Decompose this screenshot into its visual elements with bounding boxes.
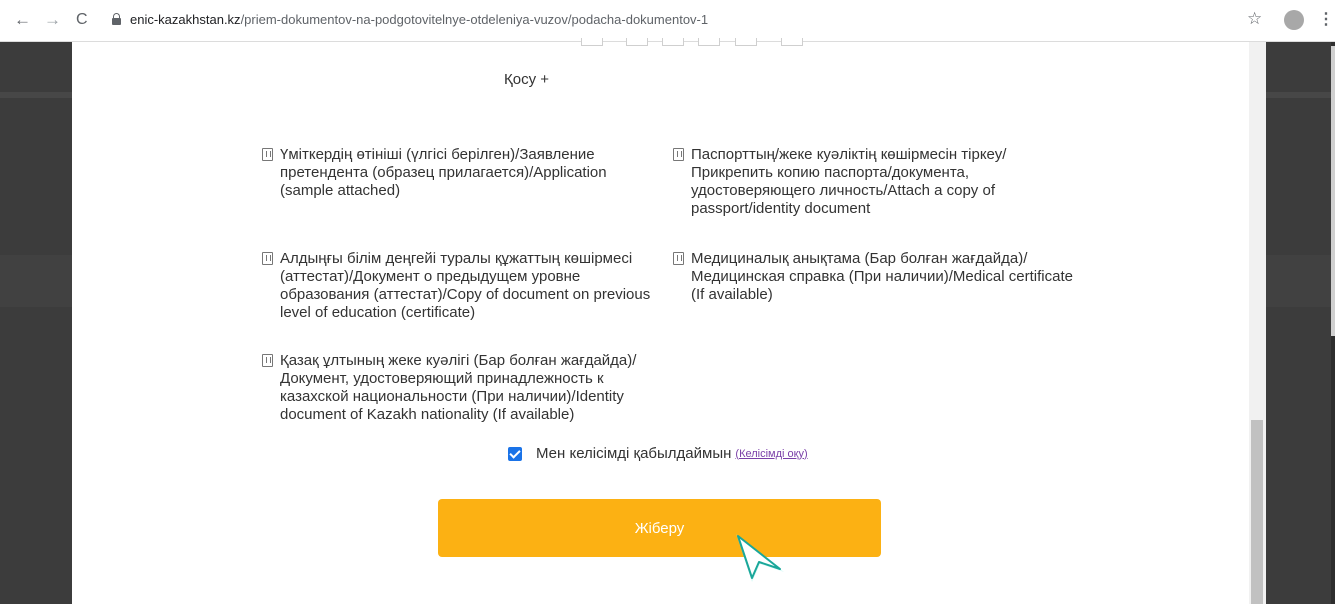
document-upload-item[interactable]: Медициналық анықтама (Бар болған жағдайд… <box>673 250 1073 304</box>
file-upload-icon[interactable] <box>262 148 273 161</box>
bookmark-star-icon[interactable]: ☆ <box>1247 9 1262 29</box>
partial-field <box>698 38 720 46</box>
file-upload-icon[interactable] <box>262 354 273 367</box>
lock-icon[interactable] <box>112 13 121 25</box>
partial-field <box>626 38 648 46</box>
partial-field <box>781 38 803 46</box>
consent-row: Мен келісімді қабылдаймын (Келісімді оқу… <box>508 445 808 462</box>
add-button[interactable]: Қосу + <box>504 71 549 88</box>
decorative-band <box>0 255 72 307</box>
document-upload-item[interactable]: Үміткердің өтініші (үлгісі берілген)/Зая… <box>262 146 662 200</box>
browser-toolbar: ← → C enic-kazakhstan.kz/priem-dokumento… <box>0 0 1335 42</box>
submit-button[interactable]: Жіберу <box>438 499 881 557</box>
document-upload-item[interactable]: Паспорттың/жеке куәліктің көшірмесін тір… <box>673 146 1073 218</box>
file-upload-icon[interactable] <box>673 252 684 265</box>
back-arrow-icon[interactable]: ← <box>14 10 31 30</box>
file-upload-icon[interactable] <box>262 252 273 265</box>
consent-label: Мен келісімді қабылдаймын <box>536 445 732 462</box>
document-upload-label[interactable]: Паспорттың/жеке куәліктің көшірмесін тір… <box>673 146 1073 218</box>
forward-arrow-icon[interactable]: → <box>44 10 61 30</box>
document-upload-item[interactable]: Алдыңғы білім деңгейі туралы құжаттың кө… <box>262 250 672 322</box>
document-upload-label[interactable]: Медициналық анықтама (Бар болған жағдайд… <box>673 250 1073 304</box>
url-host: enic-kazakhstan.kz <box>130 12 241 27</box>
decorative-band <box>1266 255 1335 307</box>
decorative-band <box>0 92 72 98</box>
consent-checkbox[interactable] <box>508 446 522 461</box>
url-path: /priem-dokumentov-na-podgotovitelnye-otd… <box>240 12 709 27</box>
page-background-right <box>1266 42 1335 604</box>
partial-field <box>581 38 603 46</box>
document-upload-label[interactable]: Қазақ ұлтының жеке куәлігі (Бар болған ж… <box>262 352 652 424</box>
mouse-pointer-icon <box>736 534 784 582</box>
partial-field <box>735 38 757 46</box>
page-background-left <box>0 42 72 604</box>
partial-field <box>662 38 684 46</box>
page-scrollbar-thumb[interactable] <box>1251 420 1263 604</box>
address-bar[interactable]: enic-kazakhstan.kz/priem-dokumentov-na-p… <box>130 12 708 27</box>
submit-button-label: Жіберу <box>634 519 685 537</box>
window-scrollbar-thumb[interactable] <box>1331 46 1335 336</box>
decorative-band <box>1266 92 1335 98</box>
read-agreement-link[interactable]: (Келісімді оқу) <box>735 448 807 460</box>
reload-icon[interactable]: C <box>76 10 88 30</box>
file-upload-icon[interactable] <box>673 148 684 161</box>
profile-avatar[interactable] <box>1284 10 1304 30</box>
document-upload-label[interactable]: Алдыңғы білім деңгейі туралы құжаттың кө… <box>262 250 672 322</box>
browser-menu-icon[interactable]: ⋮ <box>1318 9 1334 29</box>
document-upload-label[interactable]: Үміткердің өтініші (үлгісі берілген)/Зая… <box>262 146 662 200</box>
document-upload-item[interactable]: Қазақ ұлтының жеке куәлігі (Бар болған ж… <box>262 352 652 424</box>
